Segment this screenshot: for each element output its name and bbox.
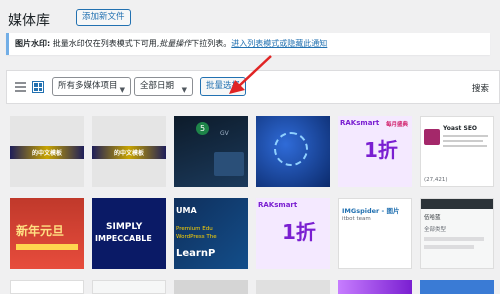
page-title: 媒体库 <box>8 13 50 29</box>
media-thumbnail[interactable]: 的中文模板 <box>92 116 166 187</box>
media-thumbnail[interactable]: 5 GV <box>174 116 248 187</box>
thumb-brand: RAKsmart <box>340 119 380 127</box>
notice-text: 图片水印: 批量水印仅在列表模式下可用,批量操作下拉列表。进入列表模式或隐藏此通… <box>15 38 327 49</box>
media-thumbnail[interactable]: 伍哈蓝 全部类型 <box>420 198 494 269</box>
thumb-text-3: LearnP <box>176 248 216 259</box>
media-thumbnail[interactable]: 的中文模板 <box>10 116 84 187</box>
plugin-icon <box>424 129 440 145</box>
thumb-text-2: WordPress The <box>176 234 217 240</box>
thumb-caption: 的中文模板 <box>113 150 144 157</box>
chevron-down-icon: ▼ <box>181 86 187 94</box>
media-thumbnail[interactable]: SIMPLY IMPECCABLE <box>92 198 166 269</box>
media-type-filter[interactable]: 所有多媒体项目 ▼ <box>52 77 131 96</box>
grid-view-icon[interactable] <box>32 81 44 93</box>
thumb-big-text: 1折 <box>364 138 398 162</box>
date-filter-value: 全部日期 <box>140 81 175 91</box>
media-thumbnail[interactable] <box>338 280 412 294</box>
search-label: 搜索 <box>471 84 489 94</box>
notice-text-2: 下拉列表。 <box>191 39 232 48</box>
thumb-line-2: IMPECCABLE <box>95 234 152 243</box>
notice-text-1: 批量水印仅在列表模式下可用, <box>50 39 160 48</box>
page-header: 媒体库 添加新文件 <box>0 0 500 30</box>
thumb-sub: 全部类型 <box>424 227 447 233</box>
media-thumbnail[interactable]: UMA Premium Edu WordPress The LearnP <box>174 198 248 269</box>
thumb-label: 伍哈蓝 <box>424 215 441 221</box>
list-mode-link[interactable]: 进入列表模式或隐藏此通知 <box>231 39 327 48</box>
thumb-promo: 每月盛典 <box>386 122 409 128</box>
media-thumbnail[interactable]: RAKsmart 1折 <box>256 198 330 269</box>
media-thumbnail[interactable] <box>256 116 330 187</box>
media-thumbnail[interactable]: 新年元旦 <box>10 198 84 269</box>
thumb-brand: UMA <box>176 206 197 215</box>
thumb-text-1: Premium Edu <box>176 226 213 232</box>
thumb-title: Yoast SEO <box>443 125 478 132</box>
media-thumbnail[interactable] <box>174 280 248 294</box>
media-thumbnail[interactable]: Yoast SEO (27,421) <box>420 116 494 187</box>
thumb-big-text: 1折 <box>282 220 316 244</box>
thumb-brand: RAKsmart <box>258 201 298 209</box>
red-arrow-annotation <box>229 55 272 94</box>
media-thumbnail[interactable]: IMGspider - 图片 itbot team <box>338 198 412 269</box>
media-thumbnail[interactable] <box>256 280 330 294</box>
thumb-line-1: SIMPLY <box>106 222 143 232</box>
thumb-text: GV <box>220 130 229 137</box>
media-thumbnail[interactable] <box>420 280 494 294</box>
list-view-icon[interactable] <box>15 82 26 93</box>
chevron-down-icon: ▼ <box>119 86 125 94</box>
thumb-caption: 的中文模板 <box>31 150 62 157</box>
date-filter[interactable]: 全部日期 ▼ <box>134 77 193 96</box>
add-new-file-button[interactable]: 添加新文件 <box>76 9 131 26</box>
notice-label: 图片水印: <box>15 39 51 48</box>
media-thumbnail[interactable] <box>10 280 84 294</box>
badge-icon: 5 <box>196 122 209 135</box>
notice-italic: 批量操作 <box>159 39 192 48</box>
media-type-value: 所有多媒体项目 <box>58 81 118 91</box>
thumb-title: IMGspider - 图片 <box>342 207 400 215</box>
media-thumbnail[interactable]: RAKsmart 每月盛典 1折 <box>338 116 412 187</box>
media-thumbnail[interactable] <box>92 280 166 294</box>
thumb-meta: itbot team <box>342 216 371 222</box>
thumb-big-text: 新年元旦 <box>16 224 65 238</box>
thumb-count: (27,421) <box>424 177 448 183</box>
